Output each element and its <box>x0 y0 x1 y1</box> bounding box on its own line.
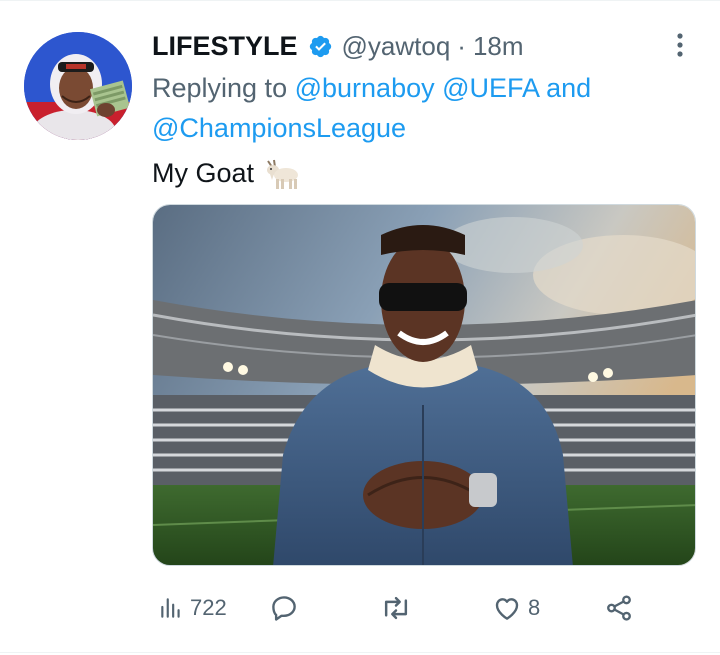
replying-to: Replying to @burnaboy @UEFA and @Champio… <box>152 68 672 148</box>
author-handle[interactable]: @yawtoq <box>342 31 451 62</box>
like-action[interactable]: 8 <box>492 590 540 626</box>
bottom-divider <box>0 652 720 653</box>
tweet-text: My Goat <box>152 153 300 193</box>
share-icon <box>604 593 634 623</box>
retweet-action[interactable] <box>380 590 418 626</box>
views-action[interactable]: 722 <box>158 590 227 626</box>
goat-emoji-icon <box>262 155 300 191</box>
retweet-icon <box>380 593 412 623</box>
timestamp[interactable]: 18m <box>473 31 524 62</box>
reply-action[interactable] <box>269 590 305 626</box>
tweet-header: LIFESTYLE @yawtoq · 18m <box>152 26 524 66</box>
heart-icon <box>492 593 522 623</box>
verified-badge-icon <box>308 34 333 59</box>
more-options-icon[interactable] <box>668 30 692 60</box>
mention-joiner: and <box>546 73 592 103</box>
mention-burnaboy[interactable]: @burnaboy <box>295 73 435 103</box>
replying-prefix: Replying to <box>152 73 288 103</box>
like-count: 8 <box>528 595 541 620</box>
avatar[interactable] <box>24 32 132 140</box>
mention-championsleague[interactable]: @ChampionsLeague <box>152 113 406 143</box>
top-divider <box>0 0 720 1</box>
separator-dot: · <box>457 30 466 61</box>
views-count: 722 <box>190 595 227 620</box>
reply-icon <box>269 593 299 623</box>
tweet-text-content: My Goat <box>152 158 255 188</box>
views-chart-icon <box>158 595 184 621</box>
share-action[interactable] <box>604 590 634 626</box>
tweet-photo[interactable] <box>152 204 696 566</box>
tweet-actions: 722 8 <box>152 590 652 626</box>
author-name[interactable]: LIFESTYLE <box>152 31 298 62</box>
mention-uefa[interactable]: @UEFA <box>442 73 538 103</box>
